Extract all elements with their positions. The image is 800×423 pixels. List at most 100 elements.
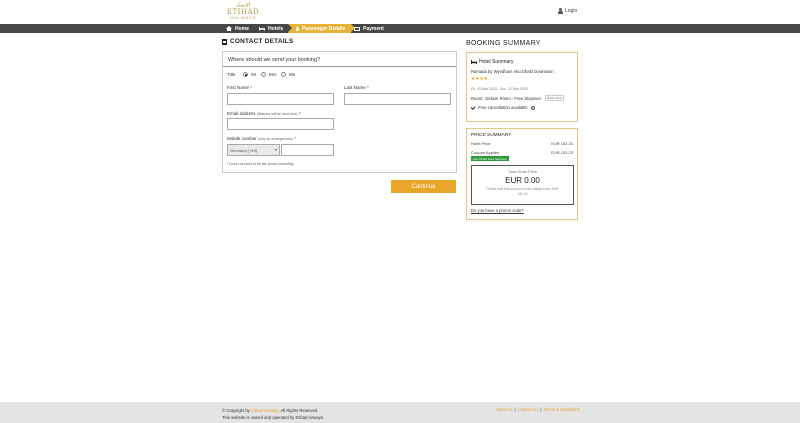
copyright-suffix: . All Rights Reserved. <box>278 408 319 413</box>
first-name-input[interactable] <box>227 93 334 105</box>
radio-dot-selected[interactable] <box>243 72 248 77</box>
first-name-label: First Name * <box>227 85 252 90</box>
coupon-row: Coupon Applied EUR 152.23 <box>471 150 573 155</box>
coupon-value: EUR 152.23 <box>551 150 573 155</box>
country-code-select[interactable]: Germany (+49) <box>227 144 280 156</box>
copyright: © Copyright by Etihad Airways. All Right… <box>222 407 324 421</box>
room-tag: Room Only <box>544 95 564 101</box>
nav-step-label: Home <box>235 25 249 32</box>
bed-icon <box>259 26 265 31</box>
footer-separator: | <box>514 407 516 412</box>
email-label-text: Email address <box>227 111 256 116</box>
mobile-number-input[interactable] <box>281 144 334 156</box>
bed-icon <box>471 60 477 64</box>
price-change-note: Please note that your price has changed … <box>486 187 559 196</box>
last-name-input[interactable] <box>344 93 451 105</box>
fineprint-note: * Does not need to be the person travell… <box>227 162 294 166</box>
footer-separator: | <box>540 407 542 412</box>
terms-link[interactable]: Terms & Conditions <box>543 407 579 412</box>
hotel-name: Ramada by Wyndham Abu Dhabi Downtown <box>471 69 554 74</box>
total-price-box: Total Hotel Price EUR 0.00 Please note t… <box>471 165 574 205</box>
title-radio-mr[interactable]: Mr <box>243 72 256 77</box>
radio-dot[interactable] <box>261 72 266 77</box>
title-option-label: Mrs <box>269 72 277 77</box>
contact-details-label: CONTACT DETAILS <box>230 38 294 45</box>
title-radio-ms[interactable]: Ms <box>281 72 295 77</box>
coupon-badge: Abu Dhabi Free Stopover <box>471 156 509 161</box>
operated-by: This website is owned and operated by Et… <box>222 415 325 420</box>
first-name-label-text: First Name <box>227 85 250 90</box>
nav-step-label: Payment <box>363 25 384 32</box>
nav-step-home[interactable]: Home <box>226 24 249 33</box>
chevron-down-icon <box>275 149 277 151</box>
check-icon <box>470 104 476 110</box>
email-hint: (itinerary will be sent here) <box>256 112 298 116</box>
last-name-label: Last Name * <box>344 85 369 90</box>
radio-dot[interactable] <box>281 72 286 77</box>
price-summary-title: PRICE SUMMARY <box>471 133 512 138</box>
title-label: Title <box>227 72 236 77</box>
required-mark: * <box>367 85 369 90</box>
mobile-hint: (only for emergencies) <box>258 137 293 141</box>
price-summary-card: PRICE SUMMARY Hotel Price EUR 152.23 Cou… <box>466 128 578 220</box>
continue-button[interactable]: Continue <box>391 180 456 193</box>
hotel-summary-heading: Hotel Summary <box>471 59 513 65</box>
etihad-airways-link[interactable]: Etihad Airways <box>251 408 278 413</box>
footer: © Copyright by Etihad Airways. All Right… <box>0 402 800 423</box>
mobile-label-text: Mobile number <box>227 136 257 141</box>
nav-step-label: Hotels <box>268 25 284 32</box>
hotel-price-value: EUR 152.23 <box>551 141 573 146</box>
hotel-price-label: Hotel Price <box>471 141 491 146</box>
hotel-price-row: Hotel Price EUR 152.23 <box>471 141 573 146</box>
card-icon <box>354 26 360 31</box>
title-option-label: Ms <box>289 72 295 77</box>
footer-links: About us | Contact Us | Terms & Conditio… <box>496 407 580 412</box>
email-label: Email address (itinerary will be sent he… <box>227 111 301 116</box>
total-price-label: Total Hotel Price <box>507 169 538 174</box>
header: الاتحاد ETIHAD HOLIDAYS Login <box>0 0 800 24</box>
hotel-summary-label: Hotel Summary <box>479 59 514 65</box>
nav-step-hotels[interactable]: Hotels <box>259 24 283 33</box>
logo-sub: HOLIDAYS <box>229 15 257 20</box>
user-icon <box>558 8 563 14</box>
star-rating: ★★★★ <box>471 76 488 82</box>
email-input[interactable] <box>227 118 334 130</box>
required-mark: * <box>250 85 253 90</box>
stay-dates: Fri, 20 Mar 2020 - Sun, 22 Mar 2020 <box>471 87 528 91</box>
promo-code-link[interactable]: Do you have a promo code? <box>471 208 524 213</box>
contact-details-title: CONTACT DETAILS <box>222 38 293 45</box>
booking-summary-card: Hotel Summary Ramada by Wyndham Abu Dhab… <box>466 52 578 122</box>
progress-nav: Home Hotels Passenger Details Payment <box>0 24 800 33</box>
contact-form-heading: Where should we send your booking? <box>223 52 456 67</box>
cancellation-text: Free cancellation available <box>478 105 528 110</box>
login-label: Login <box>565 8 578 14</box>
copyright-prefix: © Copyright by <box>222 408 250 413</box>
nav-step-payment[interactable]: Payment <box>354 24 384 33</box>
document-icon <box>222 38 227 45</box>
cancellation-info: Free cancellation available i <box>470 104 535 110</box>
fineprint-text: Does not need to be the person travellin… <box>229 162 295 166</box>
etihad-holidays-logo[interactable]: الاتحاد ETIHAD HOLIDAYS <box>223 3 263 21</box>
mobile-label: Mobile number (only for emergencies) * <box>227 136 296 141</box>
contact-us-link[interactable]: Contact Us <box>518 407 539 412</box>
required-mark: * <box>294 136 296 141</box>
about-us-link[interactable]: About us <box>496 407 513 412</box>
last-name-label-text: Last Name <box>344 85 366 90</box>
coupon-label: Coupon Applied <box>471 150 500 155</box>
nav-step-label: Passenger Details <box>302 25 346 32</box>
copyright-line: © Copyright by Etihad Airways. All Right… <box>222 407 324 414</box>
required-mark: * <box>299 111 301 116</box>
total-price-value: EUR 0.00 <box>505 176 540 185</box>
booking-summary-title: BOOKING SUMMARY <box>466 40 541 47</box>
title-option-label: Mr <box>251 72 257 77</box>
info-icon[interactable]: i <box>530 105 535 110</box>
country-code-value: Germany (+49) <box>230 147 258 153</box>
home-icon <box>226 26 232 31</box>
login-link[interactable]: Login <box>558 8 577 14</box>
title-radio-mrs[interactable]: Mrs <box>261 72 277 77</box>
person-icon <box>296 26 299 31</box>
room-label: Room: <box>471 95 484 101</box>
room-info: Room: Deluxe Room - Free Stopover Room O… <box>471 95 564 101</box>
nav-step-passenger-details[interactable]: Passenger Details <box>288 24 356 33</box>
room-value: Deluxe Room - Free Stopover <box>485 95 541 101</box>
